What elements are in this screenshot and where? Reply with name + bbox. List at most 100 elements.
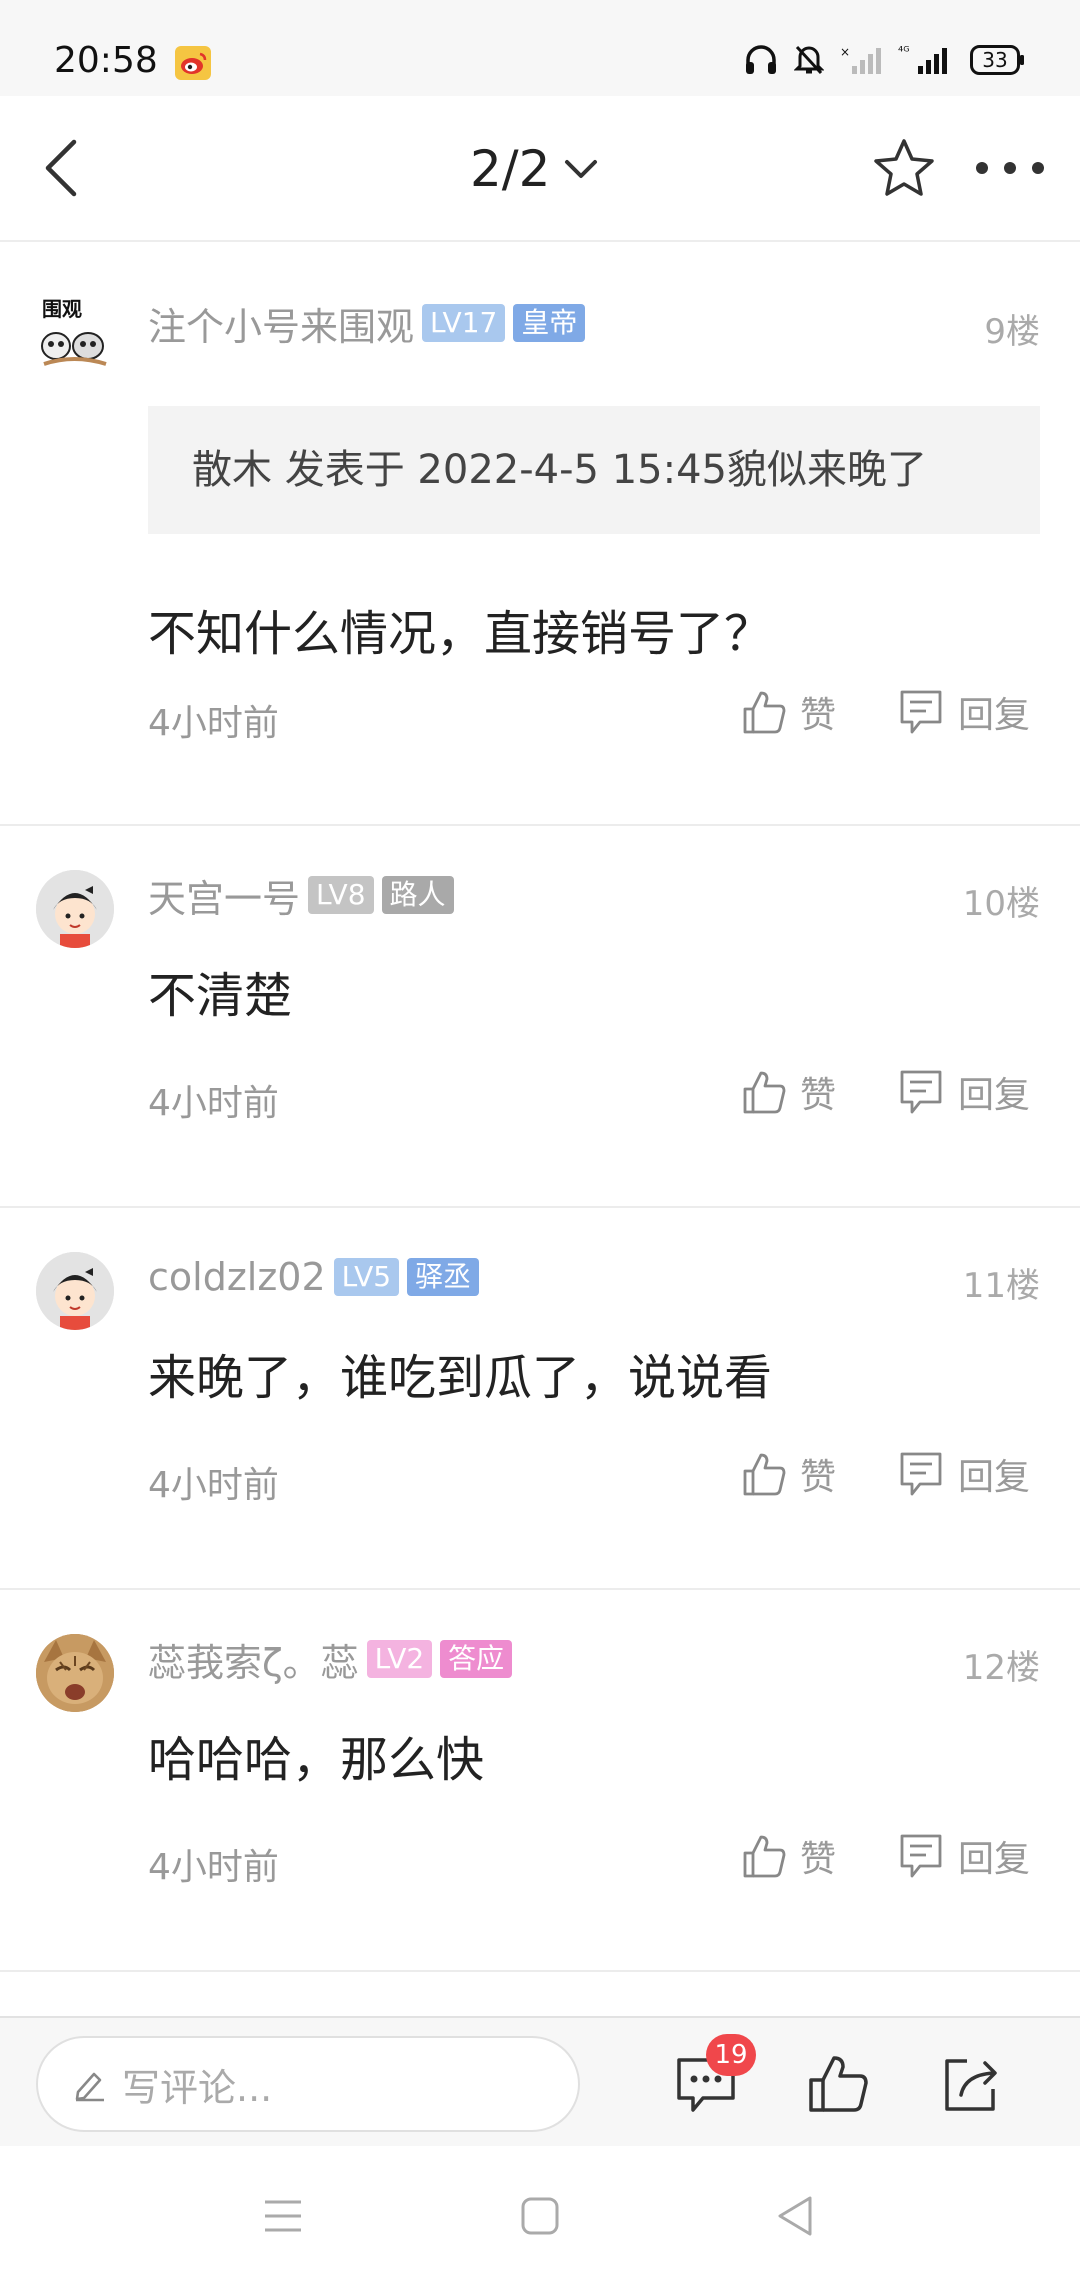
thumbs-up-icon bbox=[809, 2056, 868, 2112]
menu-button[interactable] bbox=[248, 2186, 318, 2246]
avatar[interactable] bbox=[36, 1634, 114, 1712]
reply-label: 回复 bbox=[958, 1075, 1031, 1116]
like-button[interactable]: 赞 bbox=[742, 1448, 836, 1500]
share-icon bbox=[945, 2059, 997, 2111]
comment-input[interactable]: 写评论... bbox=[36, 2036, 580, 2132]
like-button[interactable]: 赞 bbox=[742, 1066, 836, 1118]
floor-number: 10楼 bbox=[962, 884, 1040, 924]
avatar[interactable] bbox=[36, 1252, 114, 1330]
favorite-button[interactable] bbox=[868, 132, 940, 204]
comment-text: 来晚了，谁吃到瓜了，说说看 bbox=[148, 1350, 773, 1406]
username[interactable]: 天宫一号 bbox=[148, 868, 300, 923]
thumbs-up-icon bbox=[743, 1071, 786, 1114]
svg-text:⁴ᴳ: ⁴ᴳ bbox=[898, 45, 910, 60]
home-button[interactable] bbox=[505, 2186, 575, 2246]
thumbs-up-icon bbox=[743, 691, 786, 734]
comment-item: coldzlz02 LV5 驿丞 11楼 来晚了，谁吃到瓜了，说说看 4小时前 … bbox=[0, 1208, 1080, 1590]
floor-number: 12楼 bbox=[962, 1648, 1040, 1688]
reply-label: 回复 bbox=[958, 695, 1031, 736]
comment-icon bbox=[900, 690, 942, 734]
page-indicator-text: 2/2 bbox=[470, 140, 551, 198]
title-badge: 皇帝 bbox=[513, 304, 586, 342]
avatar[interactable] bbox=[36, 870, 114, 948]
comment-header: coldzlz02 LV5 驿丞 bbox=[148, 1252, 480, 1302]
level-badge: LV5 bbox=[333, 1258, 400, 1296]
reply-button[interactable]: 回复 bbox=[898, 1066, 1030, 1118]
title-badge: 驿丞 bbox=[407, 1258, 480, 1296]
page-selector[interactable]: 2/2 bbox=[470, 134, 598, 204]
floor-number: 11楼 bbox=[962, 1266, 1040, 1306]
svg-text:围观: 围观 bbox=[42, 297, 82, 321]
chevron-down-icon bbox=[565, 160, 598, 178]
home-icon bbox=[521, 2197, 559, 2235]
svg-text:×: × bbox=[840, 45, 850, 59]
comment-placeholder: 写评论... bbox=[122, 2065, 273, 2110]
comment-text: 不清楚 bbox=[148, 968, 293, 1024]
comment-header: 天宫一号 LV8 路人 bbox=[148, 868, 454, 923]
status-bar: 20:58 × ⁴ᴳ 33 bbox=[0, 0, 1080, 96]
comment-header: 注个小号来围观 LV17 皇帝 bbox=[148, 296, 586, 351]
comments-button[interactable]: 19 bbox=[666, 2034, 756, 2124]
level-badge: LV2 bbox=[366, 1640, 433, 1678]
level-badge: LV8 bbox=[308, 876, 374, 914]
title-badge: 答应 bbox=[440, 1640, 513, 1678]
reply-button[interactable]: 回复 bbox=[898, 1830, 1030, 1882]
mute-icon bbox=[794, 45, 824, 75]
menu-icon bbox=[265, 2200, 301, 2232]
like-label: 赞 bbox=[800, 695, 837, 736]
comment-time: 4小时前 bbox=[148, 703, 279, 744]
triangle-back-icon bbox=[778, 2196, 812, 2236]
like-label: 赞 bbox=[800, 1075, 837, 1116]
signal-weak-icon: × bbox=[840, 45, 881, 74]
comment-text: 哈哈哈，那么快 bbox=[148, 1732, 485, 1788]
comment-list: 围观 注个小号来围观 LV17 皇帝 9楼 散木 发表于 2022-4-5 15… bbox=[0, 242, 1080, 1972]
star-icon bbox=[874, 139, 934, 196]
comment-item: 蕊莪索ζ。蕊 LV2 答应 12楼 哈哈哈，那么快 4小时前 赞 回复 bbox=[0, 1590, 1080, 1972]
like-label: 赞 bbox=[800, 1839, 837, 1880]
top-nav-bar: 2/2 bbox=[0, 96, 1080, 242]
reply-button[interactable]: 回复 bbox=[898, 686, 1030, 738]
comment-time: 4小时前 bbox=[148, 1465, 279, 1506]
title-badge: 路人 bbox=[381, 876, 454, 914]
comment-text: 不知什么情况，直接销号了？ bbox=[148, 606, 773, 662]
thumbs-up-icon bbox=[743, 1453, 786, 1496]
avatar[interactable]: 围观 bbox=[36, 294, 114, 372]
like-post-button[interactable] bbox=[798, 2044, 878, 2124]
back-arrow-icon bbox=[45, 139, 77, 197]
comment-count-badge: 19 bbox=[706, 2034, 756, 2076]
comment-item: 天宫一号 LV8 路人 10楼 不清楚 4小时前 赞 回复 bbox=[0, 826, 1080, 1208]
username[interactable]: coldzlz02 bbox=[148, 1255, 326, 1299]
username[interactable]: 注个小号来围观 bbox=[148, 296, 414, 351]
battery-icon: 33 bbox=[970, 45, 1026, 75]
more-icon bbox=[976, 162, 1044, 174]
like-button[interactable]: 赞 bbox=[742, 1830, 836, 1882]
battery-level: 33 bbox=[982, 48, 1008, 72]
weibo-icon bbox=[175, 46, 211, 80]
thumbs-up-icon bbox=[743, 1835, 786, 1878]
comment-icon bbox=[900, 1452, 942, 1496]
reply-button[interactable]: 回复 bbox=[898, 1448, 1030, 1500]
more-button[interactable] bbox=[970, 136, 1050, 200]
system-navigation-bar bbox=[0, 2146, 1080, 2280]
pencil-icon bbox=[75, 2072, 104, 2102]
system-back-button[interactable] bbox=[760, 2186, 830, 2246]
comment-header: 蕊莪索ζ。蕊 LV2 答应 bbox=[148, 1632, 513, 1687]
headphones-icon bbox=[746, 45, 776, 74]
comment-item: 围观 注个小号来围观 LV17 皇帝 9楼 散木 发表于 2022-4-5 15… bbox=[0, 242, 1080, 826]
comment-icon bbox=[900, 1834, 942, 1878]
reply-label: 回复 bbox=[958, 1457, 1031, 1498]
quoted-reply: 散木 发表于 2022-4-5 15:45貌似来晚了 bbox=[148, 406, 1040, 534]
comment-time: 4小时前 bbox=[148, 1847, 279, 1888]
username[interactable]: 蕊莪索ζ。蕊 bbox=[148, 1632, 359, 1687]
status-time: 20:58 bbox=[54, 40, 158, 81]
level-badge: LV17 bbox=[422, 304, 506, 342]
bottom-action-bar: 写评论... 19 bbox=[0, 2016, 1080, 2148]
like-label: 赞 bbox=[800, 1457, 837, 1498]
floor-number: 9楼 bbox=[984, 312, 1040, 352]
status-icons: × ⁴ᴳ 33 bbox=[744, 44, 1026, 76]
4g-signal-icon: ⁴ᴳ bbox=[898, 45, 947, 74]
share-button[interactable] bbox=[930, 2044, 1010, 2124]
like-button[interactable]: 赞 bbox=[742, 686, 836, 738]
back-button[interactable] bbox=[24, 128, 96, 208]
reply-label: 回复 bbox=[958, 1839, 1031, 1880]
